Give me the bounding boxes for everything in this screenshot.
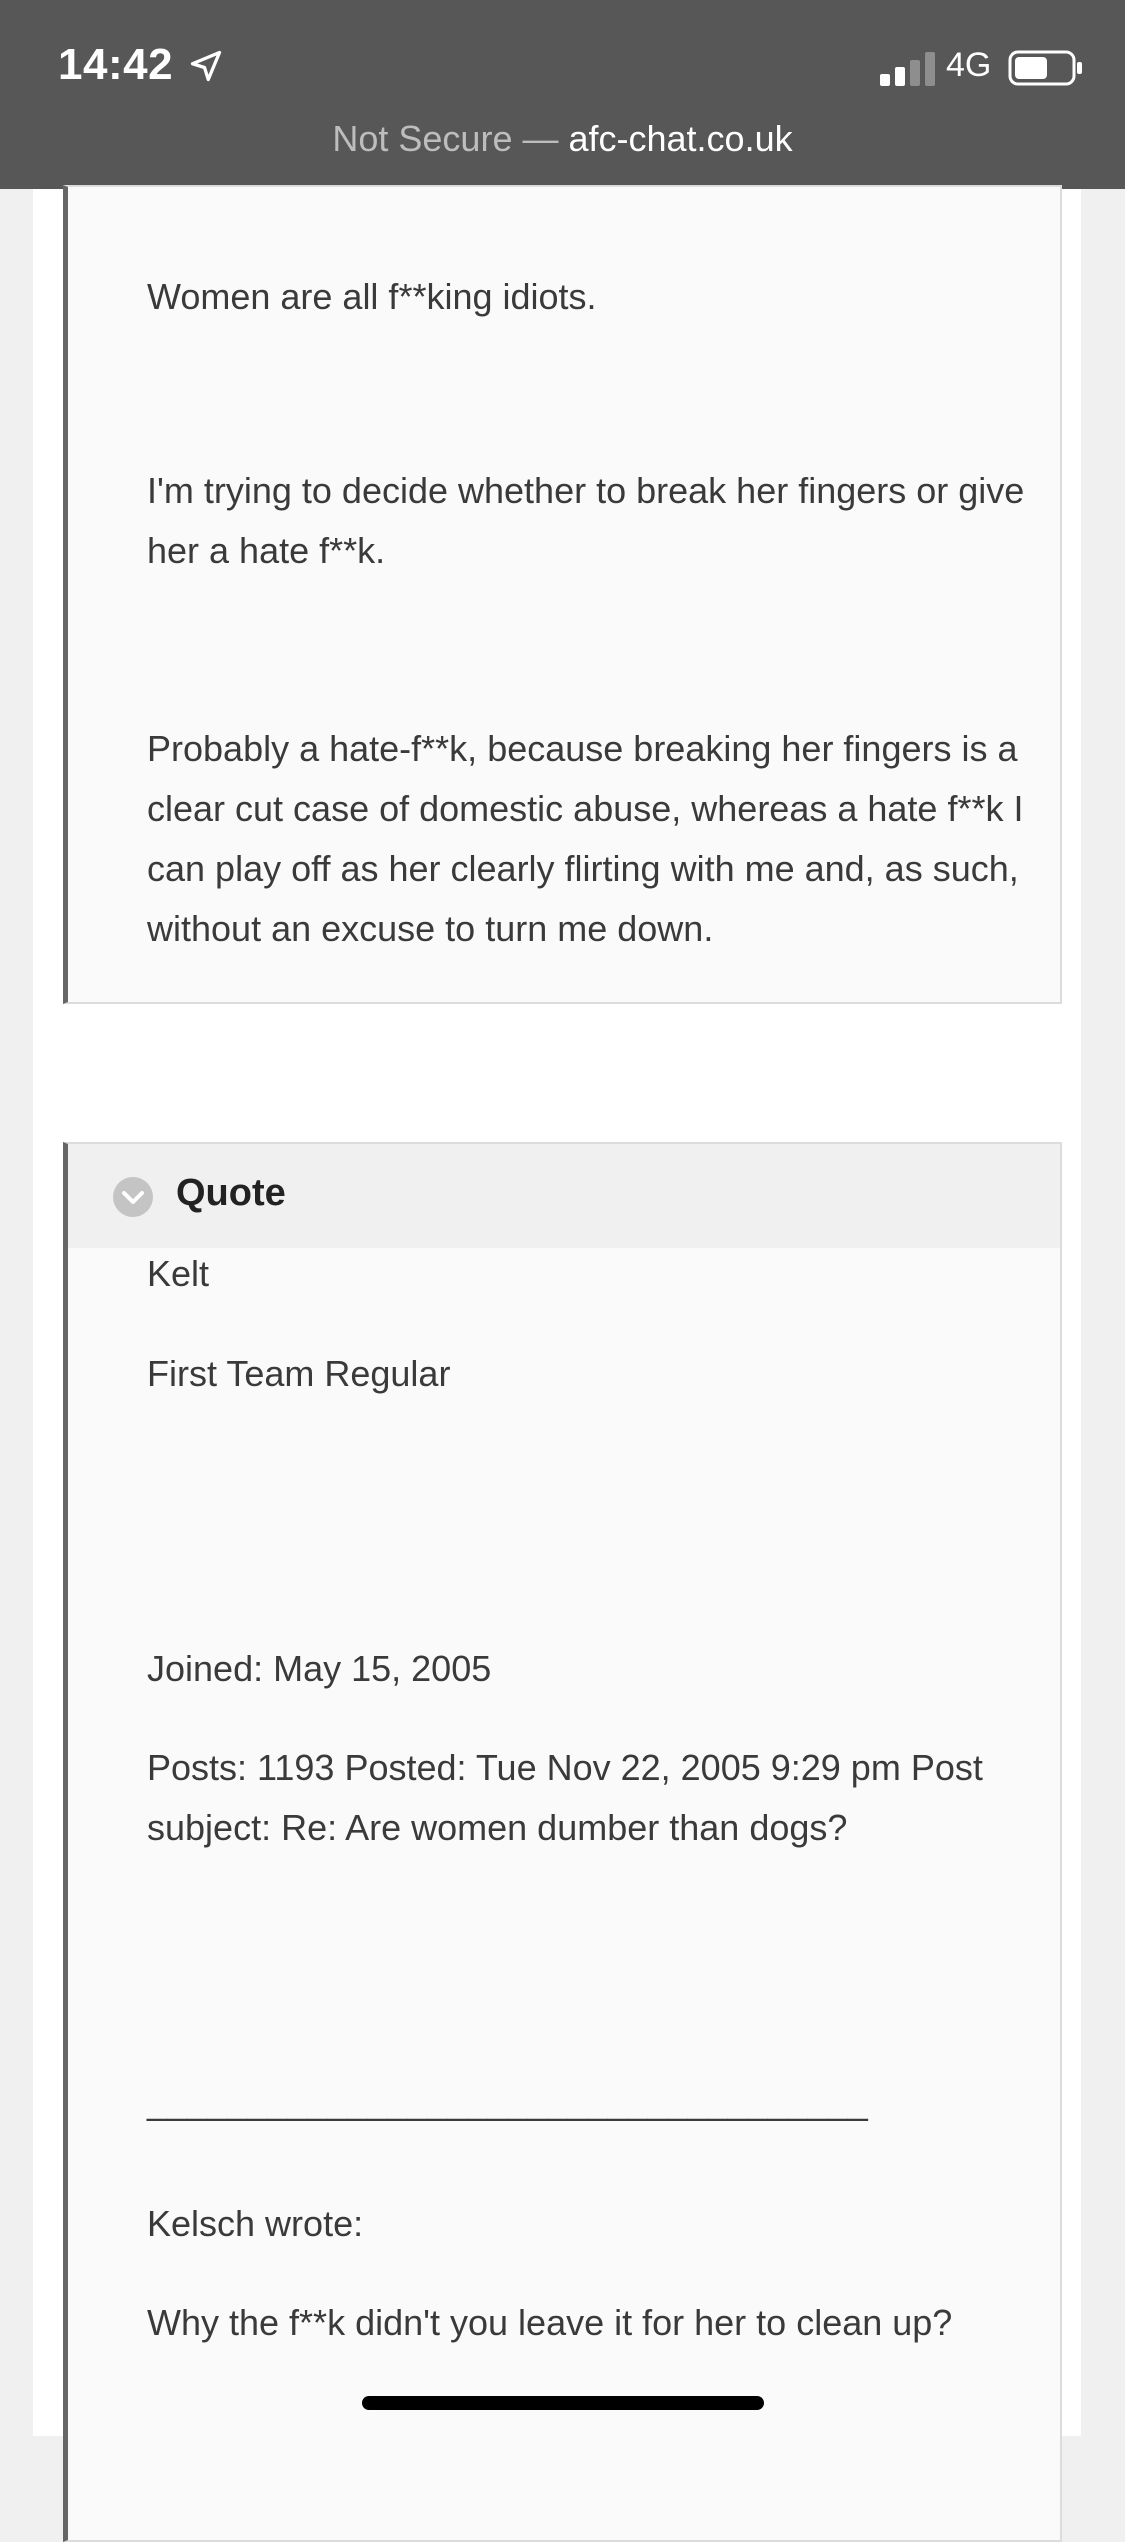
quote-paragraph: Women are all f**king idiots. [147, 276, 597, 317]
address-bar[interactable]: Not Secure — afc-chat.co.uk [0, 118, 1125, 160]
post-username: Kelt [147, 1253, 210, 1294]
battery-icon [1008, 50, 1082, 86]
location-arrow-icon [190, 50, 222, 82]
post-rank: First Team Regular [147, 1353, 451, 1394]
quote-title: Quote [176, 1172, 286, 1214]
signature-rule: ____________________________________ [147, 2081, 868, 2122]
quote-block: Quote Kelt First Team Regular Joined: Ma… [63, 1142, 1062, 2542]
browser-top-bar: 14:42 4G Not Secure — afc-chat.co.uk [0, 0, 1125, 189]
quote-header[interactable]: Quote [68, 1144, 1060, 1248]
post-meta: Posts: 1193 Posted: Tue Nov 22, 2005 9:2… [147, 1747, 983, 1848]
quote-block-top: Women are all f**king idiots. I'm trying… [63, 185, 1062, 1004]
address-domain: afc-chat.co.uk [568, 118, 793, 159]
quoted-text: Why the f**k didn't you leave it for her… [147, 2302, 953, 2343]
address-separator: — [522, 118, 559, 159]
quoted-author: Kelsch wrote: [147, 2203, 364, 2244]
page-content: Women are all f**king idiots. I'm trying… [33, 185, 1081, 2542]
status-time: 14:42 [58, 40, 174, 89]
security-label: Not Secure [332, 118, 513, 159]
network-type: 4G [946, 46, 992, 84]
quote-paragraph: I'm trying to decide whether to break he… [147, 470, 1025, 571]
home-indicator[interactable] [362, 2396, 764, 2410]
quote-paragraph: Probably a hate-f**k, because breaking h… [147, 728, 1024, 949]
post-joined: Joined: May 15, 2005 [147, 1648, 492, 1689]
chevron-down-circle-icon[interactable] [112, 1176, 154, 1218]
cellular-signal-icon [880, 52, 935, 86]
